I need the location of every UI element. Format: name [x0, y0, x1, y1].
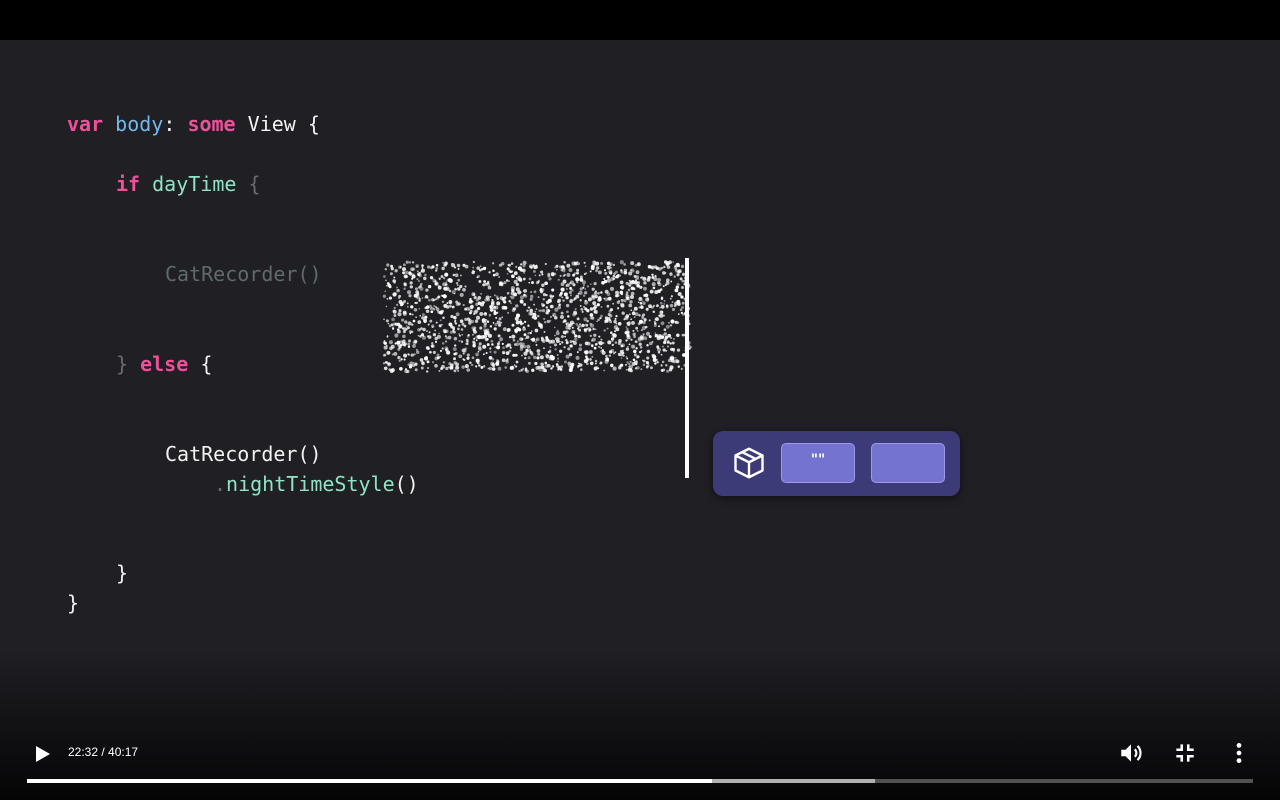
play-icon[interactable]: [30, 742, 54, 766]
open-brace: {: [307, 112, 320, 136]
condition-daytime: dayTime: [152, 172, 237, 196]
time-display: 22:32 / 40:17: [68, 745, 139, 759]
more-vert-icon[interactable]: [1226, 740, 1252, 766]
exit-fullscreen-icon[interactable]: [1172, 740, 1198, 766]
colon: :: [163, 112, 176, 136]
method-nighttimestyle: nightTimeStyle: [226, 472, 395, 496]
code-line-4: } else {: [116, 352, 212, 376]
empty-modifier-button[interactable]: [871, 443, 945, 483]
code-line-5: CatRecorder(): [165, 442, 322, 466]
drag-insertion-line: [685, 258, 689, 478]
volume-icon[interactable]: [1118, 740, 1144, 766]
close-brace: }: [116, 352, 129, 376]
view-modifier-popup[interactable]: "": [713, 431, 960, 496]
code-line-6: .nightTimeStyle(): [214, 472, 419, 496]
player-controls: 22:32 / 40:17: [0, 730, 1280, 800]
package-icon: [734, 447, 764, 479]
keyword-if: if: [116, 172, 141, 196]
code-line-2: if dayTime {: [116, 172, 261, 196]
parens: (): [394, 472, 419, 496]
keyword-var: var: [67, 112, 104, 136]
video-frame[interactable]: var body: some View { if dayTime { CatRe…: [0, 40, 1280, 800]
dot: .: [214, 472, 227, 496]
open-brace: {: [200, 352, 213, 376]
keyword-some: some: [187, 112, 236, 136]
particle-dissolve-effect: [382, 260, 692, 374]
open-brace: {: [248, 172, 261, 196]
code-line-3: CatRecorder(): [165, 262, 322, 286]
progress-played: [27, 779, 713, 783]
progress-bar[interactable]: [27, 779, 1253, 783]
code-line-1: var body: some View {: [67, 112, 320, 136]
code-line-7: }: [116, 561, 129, 585]
code-line-8: }: [67, 591, 80, 615]
property-body: body: [115, 112, 164, 136]
type-view: View: [247, 112, 296, 136]
string-literal-button[interactable]: "": [781, 443, 855, 483]
letterbox-top: [0, 0, 1280, 40]
keyword-else: else: [140, 352, 189, 376]
